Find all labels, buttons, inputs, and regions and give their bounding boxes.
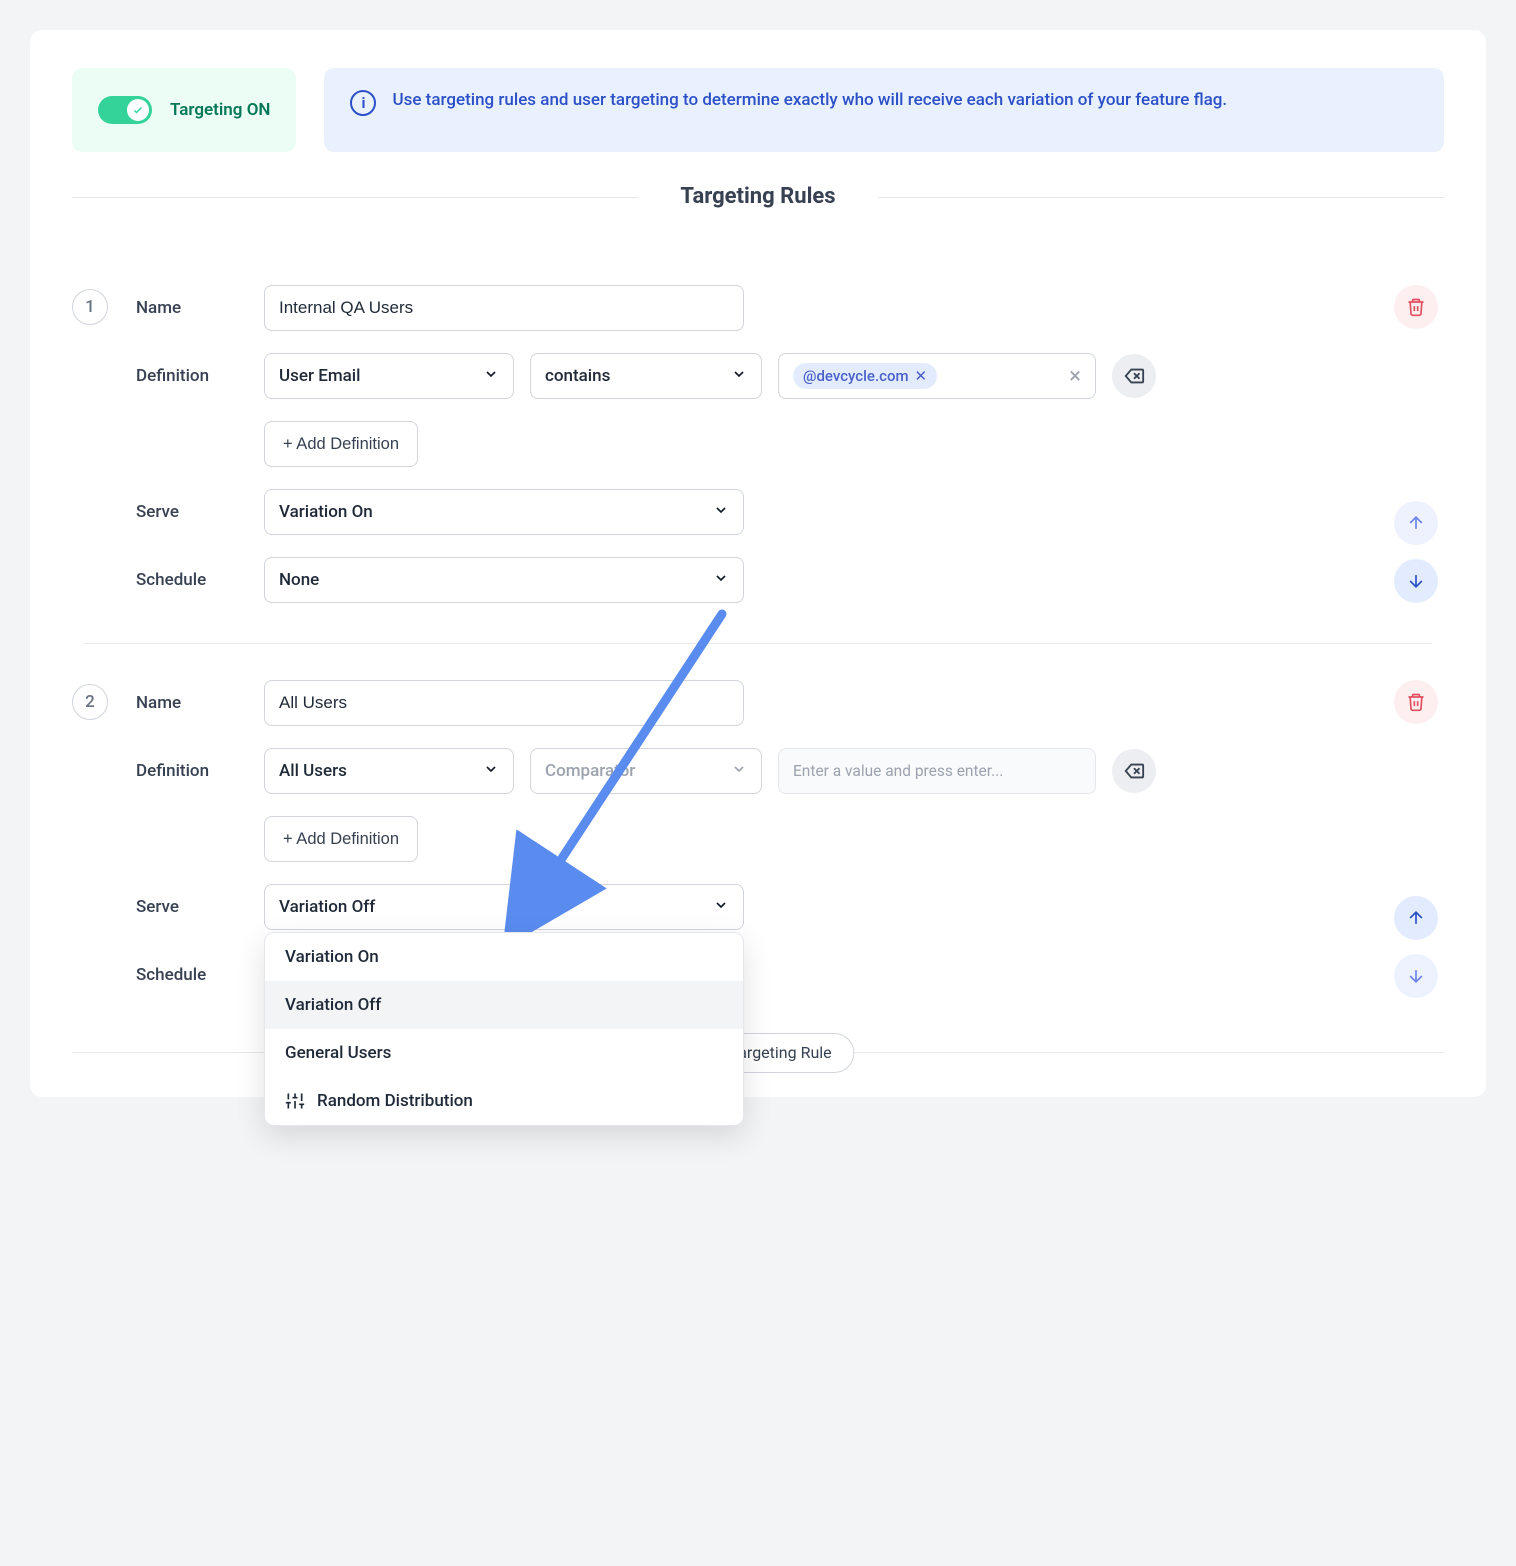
move-rule-up-button[interactable] — [1394, 896, 1438, 940]
move-rule-down-button[interactable] — [1394, 954, 1438, 998]
arrow-up-icon — [1406, 513, 1426, 533]
definition-property-select[interactable]: All Users — [264, 748, 514, 794]
definition-comparator-select[interactable]: contains — [530, 353, 762, 399]
clear-icon[interactable]: × — [1069, 364, 1081, 389]
definition-comparator-select[interactable]: Comparator — [530, 748, 762, 794]
header-row: Targeting ON i Use targeting rules and u… — [72, 68, 1444, 152]
backspace-icon — [1123, 760, 1145, 782]
label-name: Name — [136, 680, 256, 726]
rule-number: 1 — [72, 289, 108, 325]
check-icon — [132, 104, 144, 116]
value-tag: @devcycle.com ✕ — [793, 363, 937, 389]
targeting-card: Targeting ON i Use targeting rules and u… — [30, 30, 1486, 1097]
delete-rule-button[interactable] — [1394, 680, 1438, 724]
label-schedule: Schedule — [136, 557, 256, 603]
arrow-down-icon — [1406, 571, 1426, 591]
serve-option-variation-off[interactable]: Variation Off — [265, 981, 743, 1029]
remove-definition-button[interactable] — [1112, 354, 1156, 398]
label-name: Name — [136, 285, 256, 331]
backspace-icon — [1123, 365, 1145, 387]
schedule-select[interactable]: None — [264, 557, 744, 603]
serve-option-variation-on[interactable]: Variation On — [265, 933, 743, 981]
label-serve: Serve — [136, 489, 256, 535]
arrow-up-icon — [1406, 908, 1426, 928]
serve-select[interactable]: Variation Off — [264, 884, 744, 930]
info-text: Use targeting rules and user targeting t… — [392, 88, 1227, 113]
label-serve: Serve — [136, 884, 256, 930]
label-schedule: Schedule — [136, 952, 256, 998]
chevron-down-icon — [483, 761, 499, 782]
definition-value-box[interactable]: Enter a value and press enter... — [778, 748, 1096, 794]
definition-property-select[interactable]: User Email — [264, 353, 514, 399]
serve-dropdown: Variation On Variation Off General Users — [264, 932, 744, 1126]
trash-icon — [1406, 297, 1426, 317]
label-definition: Definition — [136, 748, 256, 794]
move-rule-up-button[interactable] — [1394, 501, 1438, 545]
chevron-down-icon — [713, 897, 729, 918]
chevron-down-icon — [731, 761, 747, 782]
chevron-down-icon — [713, 502, 729, 523]
targeting-toggle-box: Targeting ON — [72, 68, 296, 152]
info-banner: i Use targeting rules and user targeting… — [324, 68, 1444, 152]
definition-value-box[interactable]: @devcycle.com ✕ × — [778, 353, 1096, 399]
rule-2: 2 Name Definition Serve Schedule All Use… — [72, 644, 1444, 1038]
chevron-down-icon — [713, 570, 729, 591]
trash-icon — [1406, 692, 1426, 712]
info-icon: i — [350, 90, 376, 116]
rule-name-input[interactable] — [264, 285, 744, 331]
chevron-down-icon — [731, 366, 747, 387]
targeting-toggle[interactable] — [98, 96, 152, 124]
section-title: Targeting Rules — [72, 184, 1444, 209]
rule-1: 1 Name Definition Serve Schedule User Em… — [72, 249, 1444, 643]
serve-option-random-distribution[interactable]: Random Distribution — [265, 1077, 743, 1125]
rule-number: 2 — [72, 684, 108, 720]
add-definition-button[interactable]: + Add Definition — [264, 816, 418, 862]
targeting-toggle-label: Targeting ON — [170, 100, 270, 120]
toggle-knob — [127, 99, 149, 121]
sliders-icon — [285, 1091, 305, 1111]
serve-option-general-users[interactable]: General Users — [265, 1029, 743, 1077]
chevron-down-icon — [483, 366, 499, 387]
remove-definition-button[interactable] — [1112, 749, 1156, 793]
delete-rule-button[interactable] — [1394, 285, 1438, 329]
arrow-down-icon — [1406, 966, 1426, 986]
serve-select[interactable]: Variation On — [264, 489, 744, 535]
tag-remove-icon[interactable]: ✕ — [915, 369, 928, 384]
rule-name-input[interactable] — [264, 680, 744, 726]
move-rule-down-button[interactable] — [1394, 559, 1438, 603]
label-definition: Definition — [136, 353, 256, 399]
add-definition-button[interactable]: + Add Definition — [264, 421, 418, 467]
